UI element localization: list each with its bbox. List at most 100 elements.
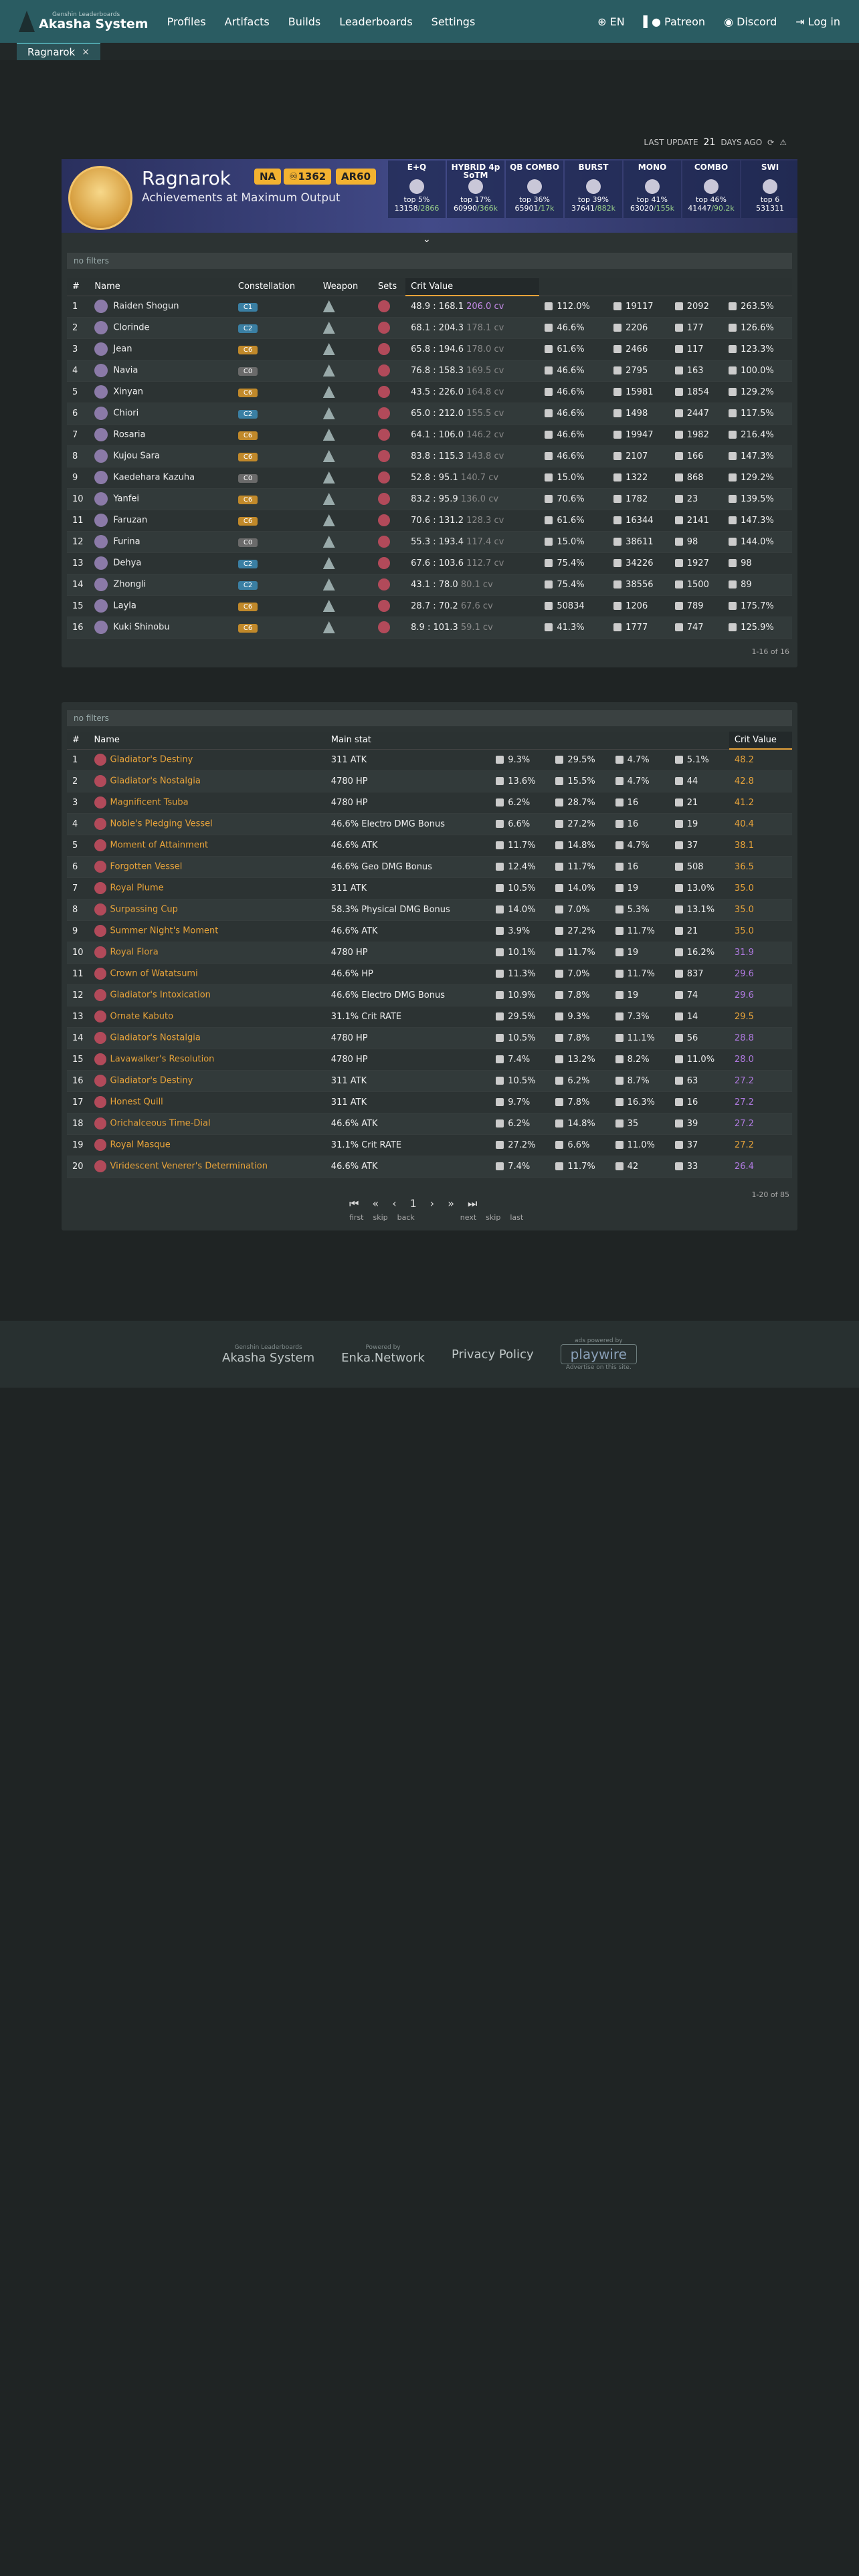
nav-profiles[interactable]: Profiles [167, 15, 206, 28]
artifact-name[interactable]: Summer Night's Moment [88, 920, 326, 942]
character-name[interactable]: Faruzan [89, 510, 233, 532]
table-row[interactable]: 6 Forgotten Vessel 46.6% Geo DMG Bonus 12.4… [67, 856, 792, 878]
artifact-name[interactable]: Gladiator's Nostalgia [88, 770, 326, 792]
artifact-name[interactable]: Noble's Pledging Vessel [88, 813, 326, 835]
character-name[interactable]: Kuki Shinobu [89, 617, 233, 639]
table-row[interactable]: 12 Furina C0 55.3 : 193.4 117.4 cv 15.0% 3861… [67, 531, 792, 553]
builds-col-1[interactable]: Name [89, 278, 233, 296]
table-row[interactable]: 1 Raiden Shogun C1 48.9 : 168.1 206.0 cv 112… [67, 296, 792, 318]
table-row[interactable]: 2 Gladiator's Nostalgia 4780 HP 13.6% 15.5% 4… [67, 770, 792, 792]
table-row[interactable]: 10 Royal Flora 4780 HP 10.1% 11.7% 19 16.2% 31.… [67, 942, 792, 964]
table-row[interactable]: 5 Xinyan C6 43.5 : 226.0 164.8 cv 46.6% 15981… [67, 381, 792, 403]
character-name[interactable]: Rosaria [89, 424, 233, 446]
table-row[interactable]: 5 Moment of Attainment 46.6% ATK 11.7% 14.8%… [67, 835, 792, 857]
character-name[interactable]: Furina [89, 531, 233, 553]
builds-col-3[interactable]: Weapon [317, 278, 373, 296]
character-name[interactable]: Yanfei [89, 488, 233, 510]
table-row[interactable]: 8 Surpassing Cup 58.3% Physical DMG Bonus 1… [67, 899, 792, 921]
footer-enka[interactable]: Powered by Enka.Network [341, 1344, 425, 1365]
artifact-name[interactable]: Gladiator's Destiny [88, 749, 326, 771]
artifacts-filter[interactable]: no filters [67, 710, 792, 726]
artifact-name[interactable]: Crown of Watatsumi [88, 963, 326, 985]
combo-card[interactable]: QB COMBO top 36% 65901/17k [506, 160, 563, 218]
stat-col[interactable] [669, 278, 724, 296]
artifact-name[interactable]: Gladiator's Destiny [88, 1070, 326, 1092]
table-row[interactable]: 13 Dehya C2 67.6 : 103.6 112.7 cv 75.4% 34226… [67, 552, 792, 574]
tab-ragnarok[interactable]: Ragnarok × [17, 43, 100, 60]
table-row[interactable]: 7 Royal Plume 311 ATK 10.5% 14.0% 19 13.0% 35.0 [67, 877, 792, 899]
close-icon[interactable]: × [82, 47, 90, 58]
table-row[interactable]: 16 Kuki Shinobu C6 8.9 : 101.3 59.1 cv 41.3%… [67, 617, 792, 639]
artifact-name[interactable]: Orichalceous Time-Dial [88, 1113, 326, 1135]
artifacts-col-0[interactable]: # [67, 732, 89, 750]
stat-col[interactable] [608, 278, 670, 296]
artifact-name[interactable]: Magnificent Tsuba [88, 792, 326, 814]
builds-filter[interactable]: no filters [67, 253, 792, 269]
table-row[interactable]: 3 Jean C6 65.8 : 194.6 178.0 cv 61.6% 2466 117… [67, 338, 792, 360]
table-row[interactable]: 9 Kaedehara Kazuha C0 52.8 : 95.1 140.7 cv 1… [67, 467, 792, 489]
artifact-name[interactable]: Ornate Kabuto [88, 1006, 326, 1028]
table-row[interactable]: 15 Lavawalker's Resolution 4780 HP 7.4% 13.2… [67, 1049, 792, 1071]
table-row[interactable]: 11 Crown of Watatsumi 46.6% HP 11.3% 7.0% 11.… [67, 963, 792, 985]
combo-card[interactable]: SWI top 6 531311 [741, 160, 797, 218]
character-name[interactable]: Xinyan [89, 381, 233, 403]
substat-col[interactable] [609, 732, 670, 750]
artifact-name[interactable]: Viridescent Venerer's Determination [88, 1156, 326, 1178]
combo-card[interactable]: HYBRID 4p SoTM top 17% 60990/366k [447, 160, 504, 218]
artifact-name[interactable]: Royal Flora [88, 942, 326, 964]
back-icon[interactable]: ‹ [392, 1197, 396, 1210]
builds-col-5[interactable]: Crit Value [405, 278, 540, 296]
table-row[interactable]: 14 Gladiator's Nostalgia 4780 HP 10.5% 7.8% 1… [67, 1027, 792, 1049]
table-row[interactable]: 4 Noble's Pledging Vessel 46.6% Electro DM… [67, 813, 792, 835]
skip-back-icon[interactable]: « [372, 1197, 379, 1210]
builds-col-0[interactable]: # [67, 278, 90, 296]
brand-logo[interactable]: Genshin Leaderboards Akasha System [19, 11, 149, 32]
refresh-icon[interactable]: ⟳ [767, 138, 774, 147]
artifact-name[interactable]: Gladiator's Nostalgia [88, 1027, 326, 1049]
artifacts-col-2[interactable]: Main stat [325, 732, 491, 750]
artifact-name[interactable]: Gladiator's Intoxication [88, 984, 326, 1006]
substat-col[interactable] [550, 732, 610, 750]
table-row[interactable]: 1 Gladiator's Destiny 311 ATK 9.3% 29.5% 4.7%… [67, 749, 792, 771]
table-row[interactable]: 8 Kujou Sara C6 83.8 : 115.3 143.8 cv 46.6% 2… [67, 445, 792, 467]
character-name[interactable]: Jean [89, 338, 233, 360]
language-selector[interactable]: ⊕ EN [597, 15, 625, 28]
login-button[interactable]: ⇥ Log in [795, 15, 840, 28]
character-name[interactable]: Navia [89, 360, 233, 382]
next-icon[interactable]: › [430, 1197, 434, 1210]
table-row[interactable]: 13 Ornate Kabuto 31.1% Crit RATE 29.5% 9.3% 7… [67, 1006, 792, 1028]
artifact-name[interactable]: Surpassing Cup [88, 899, 326, 921]
table-row[interactable]: 4 Navia C0 76.8 : 158.3 169.5 cv 46.6% 2795 16… [67, 360, 792, 382]
artifacts-col-1[interactable]: Name [88, 732, 326, 750]
character-name[interactable]: Kaedehara Kazuha [89, 467, 233, 489]
table-row[interactable]: 2 Clorinde C2 68.1 : 204.3 178.1 cv 46.6% 220… [67, 317, 792, 339]
character-name[interactable]: Kujou Sara [89, 445, 233, 467]
combo-card[interactable]: COMBO top 46% 41447/90.2k [682, 160, 740, 218]
table-row[interactable]: 18 Orichalceous Time-Dial 46.6% ATK 6.2% 14.… [67, 1113, 792, 1135]
table-row[interactable]: 6 Chiori C2 65.0 : 212.0 155.5 cv 46.6% 1498 2… [67, 403, 792, 425]
table-row[interactable]: 17 Honest Quill 311 ATK 9.7% 7.8% 16.3% 16 27.2 [67, 1091, 792, 1113]
artifact-name[interactable]: Royal Masque [88, 1134, 326, 1156]
warning-icon[interactable]: ⚠ [779, 138, 787, 147]
table-row[interactable]: 9 Summer Night's Moment 46.6% ATK 3.9% 27.2%… [67, 920, 792, 942]
artifact-name[interactable]: Lavawalker's Resolution [88, 1049, 326, 1071]
skip-forward-icon[interactable]: » [448, 1197, 454, 1210]
table-row[interactable]: 10 Yanfei C6 83.2 : 95.9 136.0 cv 70.6% 1782 2… [67, 488, 792, 510]
last-page-icon[interactable]: ⏭ [468, 1197, 477, 1210]
substat-col[interactable] [669, 732, 729, 750]
footer-brand[interactable]: Genshin Leaderboards Akasha System [222, 1344, 314, 1365]
nav-builds[interactable]: Builds [288, 15, 321, 28]
character-name[interactable]: Chiori [89, 403, 233, 425]
character-name[interactable]: Clorinde [89, 317, 233, 339]
table-row[interactable]: 14 Zhongli C2 43.1 : 78.0 80.1 cv 75.4% 38556… [67, 574, 792, 596]
artifacts-col-3[interactable]: Crit Value [729, 732, 792, 750]
artifact-name[interactable]: Forgotten Vessel [88, 856, 326, 878]
first-page-icon[interactable]: ⏮ [349, 1197, 359, 1210]
artifact-name[interactable]: Royal Plume [88, 877, 326, 899]
builds-col-4[interactable]: Sets [373, 278, 406, 296]
discord-link[interactable]: ◉ Discord [724, 15, 777, 28]
table-row[interactable]: 20 Viridescent Venerer's Determination 46.… [67, 1156, 792, 1178]
nav-leaderboards[interactable]: Leaderboards [339, 15, 412, 28]
builds-col-2[interactable]: Constellation [232, 278, 318, 296]
combo-card[interactable]: E+Q top 5% 13158/2866 [388, 160, 446, 218]
